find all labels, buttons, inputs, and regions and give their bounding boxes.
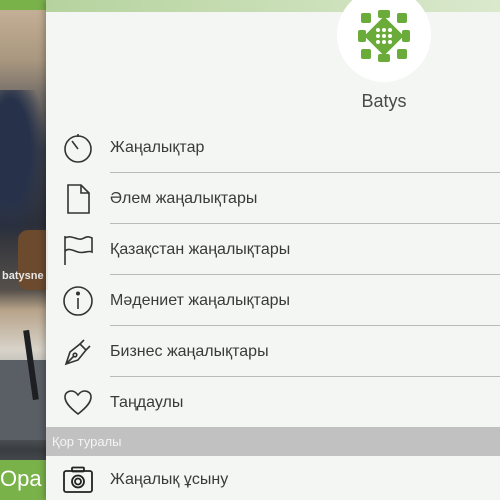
menu-item-business-news[interactable]: Бизнес жаңалықтары xyxy=(46,326,500,377)
document-icon xyxy=(46,183,110,215)
section-header-title: Қор туралы xyxy=(52,434,122,449)
menu-item-label: Әлем жаңалықтары xyxy=(110,189,258,207)
menu-item-label: Мәдениет жаңалықтары xyxy=(110,291,290,309)
menu-item-kazakhstan-news[interactable]: Қазақстан жаңалықтары xyxy=(46,224,500,275)
timer-icon xyxy=(46,132,110,164)
heart-icon xyxy=(46,389,110,417)
side-menu: Batys Жаңалықтар Әлем жаңалықтары Қазақс… xyxy=(46,0,500,500)
app-logo[interactable] xyxy=(337,0,431,82)
info-icon xyxy=(46,285,110,317)
menu-list: Жаңалықтар Әлем жаңалықтары Қазақстан жа… xyxy=(46,122,500,428)
brand-name: Batys xyxy=(361,91,407,111)
section-header: Қор туралы xyxy=(46,427,500,456)
menu-item-favorites[interactable]: Таңдаулы xyxy=(46,377,500,428)
watermark-text: batysne xyxy=(2,270,44,282)
camera-icon xyxy=(46,466,110,494)
menu-item-label: Таңдаулы xyxy=(110,393,184,411)
menu-item-label: Жаңалық ұсыну xyxy=(110,470,229,488)
bottom-caption-text: Opa xyxy=(0,466,42,491)
batys-logo-icon xyxy=(358,10,410,62)
menu-item-culture-news[interactable]: Мәдениет жаңалықтары xyxy=(46,275,500,326)
flag-icon xyxy=(46,234,110,266)
menu-item-label: Жаңалықтар xyxy=(110,138,205,156)
menu-item-label: Бизнес жаңалықтары xyxy=(110,342,269,360)
menu-item-news[interactable]: Жаңалықтар xyxy=(46,122,500,173)
bottom-caption-bar: Opa xyxy=(0,460,46,500)
menu-item-label: Қазақстан жаңалықтары xyxy=(110,240,291,258)
menu-item-world-news[interactable]: Әлем жаңалықтары xyxy=(46,173,500,224)
menu-item-submit-news[interactable]: Жаңалық ұсыну xyxy=(46,459,500,500)
conference-photo xyxy=(0,0,48,500)
pen-nib-icon xyxy=(46,336,110,368)
